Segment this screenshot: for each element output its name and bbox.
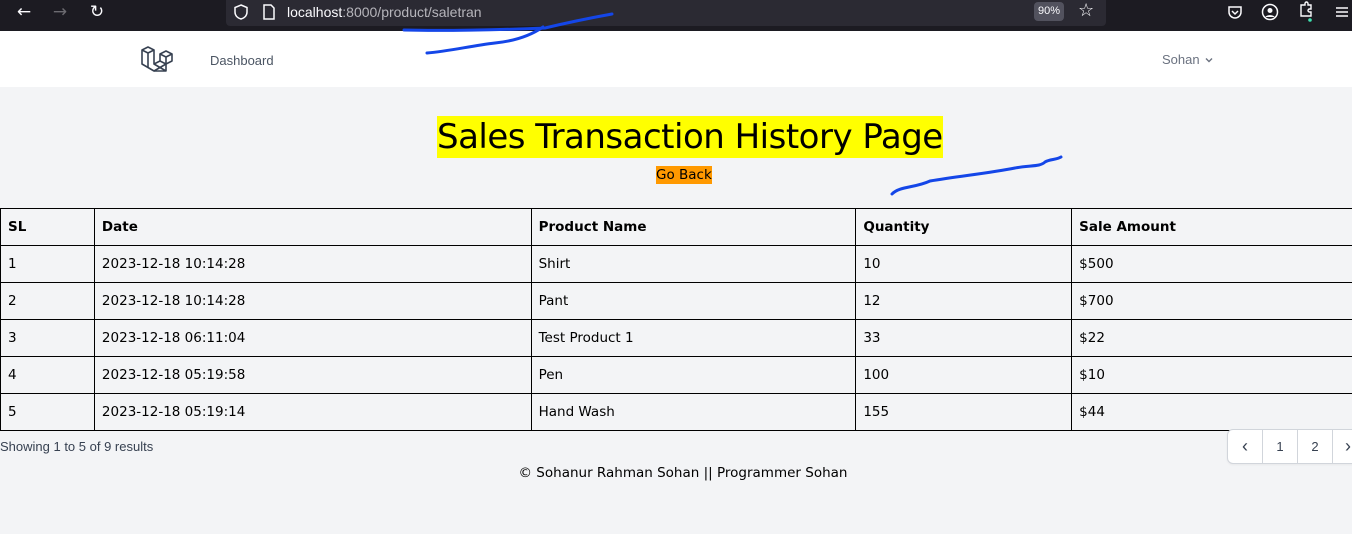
pagination-summary: Showing 1 to 5 of 9 results (0, 439, 154, 454)
header-date: Date (93, 208, 532, 246)
url-path: :8000/product/saletran (342, 4, 482, 20)
header-sale-amount: Sale Amount (1071, 208, 1352, 246)
cell-quantity: 12 (855, 282, 1073, 320)
table-row: 5 2023-12-18 05:19:14 Hand Wash 155 $44 (0, 393, 1352, 431)
cell-sale-amount: $500 (1071, 245, 1352, 283)
cell-product-name: Pant (530, 282, 857, 320)
pagination-page-2[interactable]: 2 (1298, 430, 1333, 463)
chevron-down-icon (1205, 57, 1213, 62)
cell-sl: 4 (0, 356, 95, 394)
cell-sale-amount: $22 (1071, 319, 1352, 357)
pagination-next-button[interactable]: › (1333, 430, 1352, 463)
cell-product-name: Shirt (530, 245, 857, 283)
cell-product-name: Test Product 1 (530, 319, 857, 357)
header-sl: SL (0, 208, 95, 246)
table-row: 3 2023-12-18 06:11:04 Test Product 1 33 … (0, 319, 1352, 357)
cell-product-name: Hand Wash (530, 393, 857, 431)
pagination-prev-button[interactable]: ‹ (1228, 430, 1263, 463)
page-title: Sales Transaction History Page (437, 116, 943, 158)
cell-date: 2023-12-18 10:14:28 (93, 245, 532, 283)
header-product-name: Product Name (530, 208, 857, 246)
table-row: 1 2023-12-18 10:14:28 Shirt 10 $500 (0, 245, 1352, 283)
shield-icon[interactable] (232, 3, 250, 21)
back-arrow-icon[interactable]: ← (10, 0, 38, 24)
cell-sl: 1 (0, 245, 95, 283)
forward-arrow-icon[interactable]: → (46, 0, 74, 24)
cell-sale-amount: $10 (1071, 356, 1352, 394)
cell-sl: 2 (0, 282, 95, 320)
extensions-icon[interactable] (1294, 0, 1318, 24)
chevron-right-icon: › (1345, 436, 1351, 456)
pagination: ‹ 1 2 › (1227, 429, 1352, 464)
cell-sl: 3 (0, 319, 95, 357)
table-header-row: SL Date Product Name Quantity Sale Amoun… (0, 208, 1352, 246)
cell-quantity: 10 (855, 245, 1073, 283)
annotation-scribble-title (890, 155, 1063, 196)
app-navbar: Dashboard Sohan (0, 31, 1352, 88)
footer-credit: © Sohanur Rahman Sohan || Programmer Soh… (518, 465, 848, 481)
user-dropdown[interactable]: Sohan (1162, 52, 1214, 67)
zoom-level-badge[interactable]: 90% (1034, 2, 1064, 21)
bookmark-star-icon[interactable]: ☆ (1078, 0, 1094, 22)
laravel-logo-icon[interactable] (140, 45, 173, 76)
pocket-icon[interactable] (1223, 0, 1247, 24)
menu-icon[interactable] (1330, 0, 1352, 24)
cell-date: 2023-12-18 06:11:04 (93, 319, 532, 357)
account-icon[interactable] (1258, 0, 1282, 24)
header-quantity: Quantity (855, 208, 1073, 246)
cell-date: 2023-12-18 05:19:58 (93, 356, 532, 394)
cell-product-name: Pen (530, 356, 857, 394)
sales-table: SL Date Product Name Quantity Sale Amoun… (0, 208, 1352, 431)
cell-sl: 5 (0, 393, 95, 431)
table-row: 4 2023-12-18 05:19:58 Pen 100 $10 (0, 356, 1352, 394)
cell-quantity: 155 (855, 393, 1073, 431)
cell-date: 2023-12-18 10:14:28 (93, 282, 532, 320)
user-name: Sohan (1162, 52, 1200, 67)
address-bar[interactable]: localhost:8000/product/saletran 90% ☆ (226, 0, 1106, 26)
browser-toolbar: ← → ↻ localhost:8000/product/saletran 90… (0, 0, 1352, 31)
table-row: 2 2023-12-18 10:14:28 Pant 12 $700 (0, 282, 1352, 320)
reload-icon[interactable]: ↻ (83, 0, 111, 24)
url-text[interactable]: localhost:8000/product/saletran (287, 4, 482, 20)
page-icon[interactable] (261, 3, 277, 21)
cell-date: 2023-12-18 05:19:14 (93, 393, 532, 431)
chevron-left-icon: ‹ (1242, 436, 1248, 456)
cell-quantity: 33 (855, 319, 1073, 357)
url-host: localhost (287, 4, 343, 20)
cell-sale-amount: $44 (1071, 393, 1352, 431)
nav-link-dashboard[interactable]: Dashboard (210, 53, 274, 68)
go-back-button[interactable]: Go Back (656, 166, 712, 184)
pagination-page-1[interactable]: 1 (1263, 430, 1298, 463)
cell-quantity: 100 (855, 356, 1073, 394)
cell-sale-amount: $700 (1071, 282, 1352, 320)
